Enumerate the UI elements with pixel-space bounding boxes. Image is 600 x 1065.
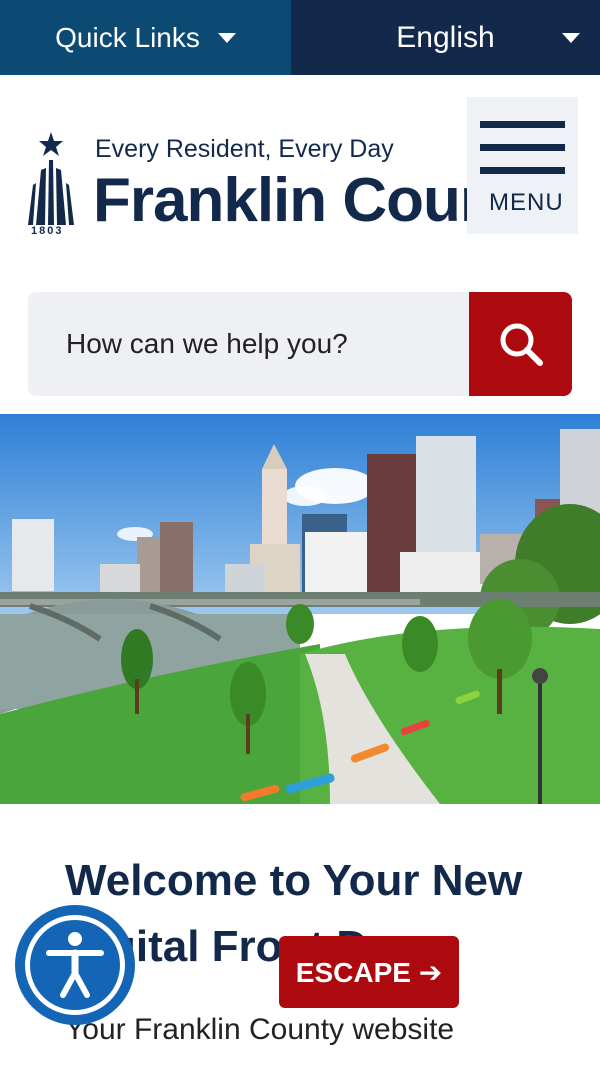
accessibility-person-icon bbox=[46, 932, 104, 998]
escape-button[interactable]: ESCAPE ➔ bbox=[279, 936, 459, 1008]
accessibility-button[interactable] bbox=[15, 905, 135, 1025]
site-header: Every Resident, Every Day Franklin Count… bbox=[0, 75, 600, 290]
chevron-down-icon bbox=[217, 32, 236, 43]
menu-label: MENU bbox=[489, 189, 564, 216]
city-skyline-image bbox=[0, 414, 600, 804]
search-button[interactable] bbox=[469, 292, 572, 396]
menu-button[interactable]: MENU bbox=[467, 97, 578, 234]
county-logo-icon[interactable] bbox=[27, 130, 75, 240]
quick-links-label: Quick Links bbox=[55, 21, 200, 53]
search-bar bbox=[28, 292, 572, 396]
hamburger-bar bbox=[480, 144, 565, 151]
founded-year: 1803 bbox=[31, 225, 64, 237]
welcome-subtext: Your Franklin County website bbox=[65, 1013, 455, 1046]
chevron-down-icon bbox=[562, 33, 580, 43]
hamburger-icon bbox=[480, 121, 565, 128]
accessibility-ring bbox=[25, 915, 125, 1015]
language-label: English bbox=[396, 20, 495, 54]
search-input[interactable] bbox=[28, 292, 469, 396]
tagline: Every Resident, Every Day bbox=[95, 135, 394, 163]
quick-links-dropdown[interactable]: Quick Links bbox=[0, 0, 291, 75]
hero-image bbox=[0, 414, 600, 804]
hamburger-bar bbox=[480, 167, 565, 174]
search-icon bbox=[500, 323, 543, 366]
top-bar: Quick Links English bbox=[0, 0, 600, 75]
language-select[interactable]: English bbox=[291, 0, 600, 75]
